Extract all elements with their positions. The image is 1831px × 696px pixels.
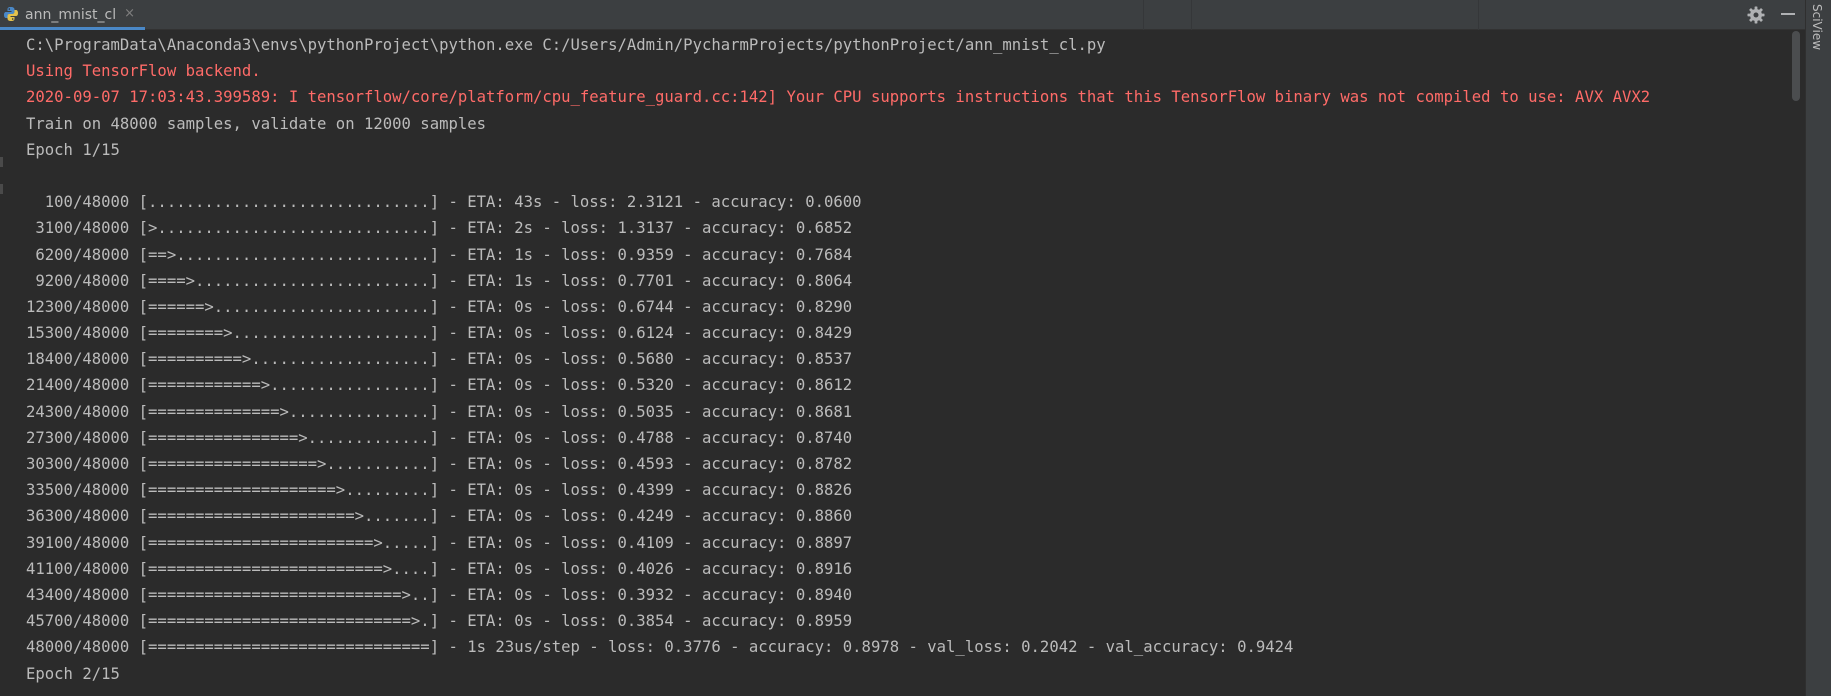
tab-ann-mnist-cl[interactable]: ann_mnist_cl ×	[0, 0, 145, 30]
console-line: 3100/48000 [>...........................…	[26, 219, 853, 238]
sciview-tab[interactable]: SciView	[1810, 4, 1824, 50]
tab-divider	[1143, 0, 1144, 30]
console-line: C:\ProgramData\Anaconda3\envs\pythonProj…	[26, 36, 1106, 54]
console-line: 33500/48000 [====================>......…	[26, 481, 853, 500]
console-line: 24300/48000 [==============>............…	[26, 402, 853, 421]
console-line: Epoch 2/15	[26, 664, 120, 683]
console-line: 9200/48000 [====>.......................…	[26, 271, 853, 290]
console-line: 30300/48000 [==================>........…	[26, 455, 853, 473]
minimize-icon[interactable]	[1781, 13, 1795, 15]
scrollbar-thumb[interactable]	[1792, 31, 1800, 101]
console-scrollbar[interactable]	[1792, 31, 1800, 696]
console-line: 100/48000 [.............................…	[26, 193, 862, 212]
console-line: 41100/48000 [=========================>.…	[26, 559, 853, 578]
console-line: 6200/48000 [==>.........................…	[26, 245, 853, 264]
tool-window-tabbar: ann_mnist_cl ×	[0, 0, 1805, 30]
console-line: 48000/48000 [===========================…	[26, 638, 1294, 657]
python-file-icon	[2, 5, 20, 23]
console-line: 12300/48000 [======>....................…	[26, 297, 853, 316]
console-line: 39100/48000 [========================>..…	[26, 533, 853, 552]
tab-close-icon[interactable]: ×	[124, 6, 135, 21]
gear-icon[interactable]	[1746, 5, 1766, 25]
tab-label: ann_mnist_cl	[25, 6, 117, 23]
gutter-marker	[0, 184, 3, 194]
console-line: Using TensorFlow backend.	[26, 62, 261, 81]
console-gutter	[0, 31, 10, 696]
console-line: 21400/48000 [============>..............…	[26, 376, 853, 395]
tab-divider	[1478, 0, 1479, 30]
console-line: 43400/48000 [===========================…	[26, 585, 853, 604]
console-line: Epoch 1/15	[26, 140, 120, 159]
console-line: 36300/48000 [======================>....…	[26, 507, 853, 526]
console-line: Train on 48000 samples, validate on 1200…	[26, 114, 487, 133]
console-line: 2020-09-07 17:03:43.399589: I tensorflow…	[26, 88, 1651, 107]
gutter-marker	[0, 157, 3, 167]
console-line: 45700/48000 [===========================…	[26, 612, 853, 631]
run-console-output[interactable]: C:\ProgramData\Anaconda3\envs\pythonProj…	[26, 32, 1786, 687]
console-line: 27300/48000 [================>..........…	[26, 428, 853, 447]
console-line: 15300/48000 [========>..................…	[26, 324, 853, 343]
sciview-side-panel: SciView	[1805, 0, 1831, 696]
console-line: 18400/48000 [==========>................…	[26, 350, 853, 369]
tab-divider	[1191, 0, 1192, 30]
